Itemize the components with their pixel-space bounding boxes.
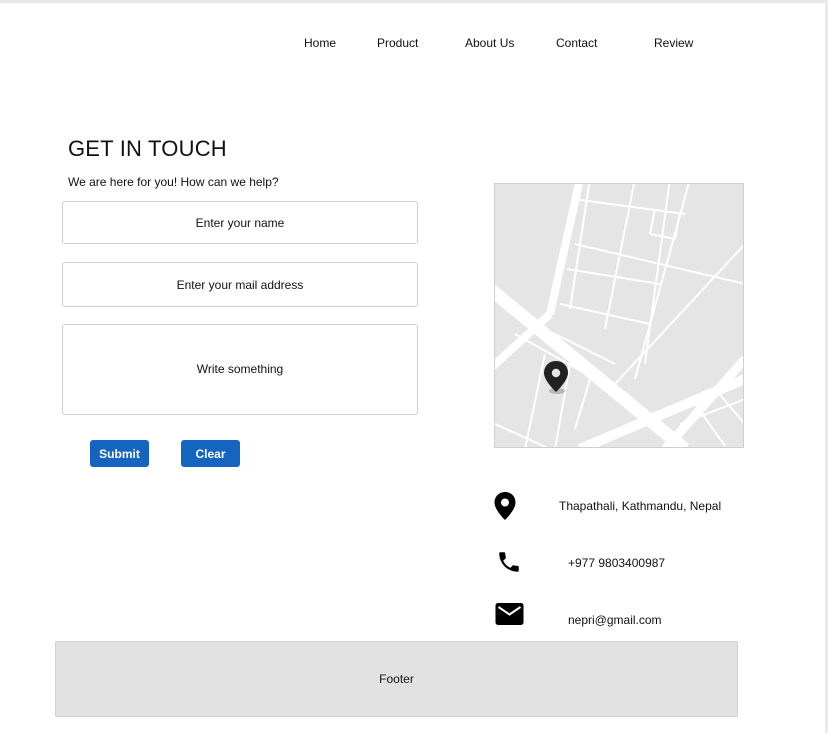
map-streets — [495, 184, 743, 447]
nav-about-us-link[interactable]: About Us — [465, 36, 514, 50]
top-divider — [0, 0, 828, 3]
email-text: nepri@gmail.com — [568, 613, 662, 627]
phone-icon — [496, 549, 522, 580]
clear-button[interactable]: Clear — [181, 440, 240, 467]
email-input[interactable] — [62, 262, 418, 307]
message-textarea[interactable] — [62, 324, 418, 415]
mail-icon — [495, 602, 524, 631]
page-title: GET IN TOUCH — [68, 136, 227, 161]
page-subtitle: We are here for you! How can we help? — [68, 175, 279, 189]
submit-button[interactable]: Submit — [90, 440, 149, 467]
nav-product-link[interactable]: Product — [377, 36, 418, 50]
address-text: Thapathali, Kathmandu, Nepal — [559, 499, 722, 513]
top-navigation: Home Product About Us Contact Review — [0, 36, 828, 52]
location-map[interactable] — [494, 183, 744, 448]
nav-review-link[interactable]: Review — [654, 36, 693, 50]
name-input[interactable] — [62, 201, 418, 244]
nav-contact-link[interactable]: Contact — [556, 36, 597, 50]
phone-text: +977 9803400987 — [568, 556, 666, 570]
location-pin-icon — [493, 491, 517, 526]
page-footer: Footer — [55, 641, 738, 717]
nav-home-link[interactable]: Home — [304, 36, 336, 50]
footer-label: Footer — [379, 672, 414, 686]
